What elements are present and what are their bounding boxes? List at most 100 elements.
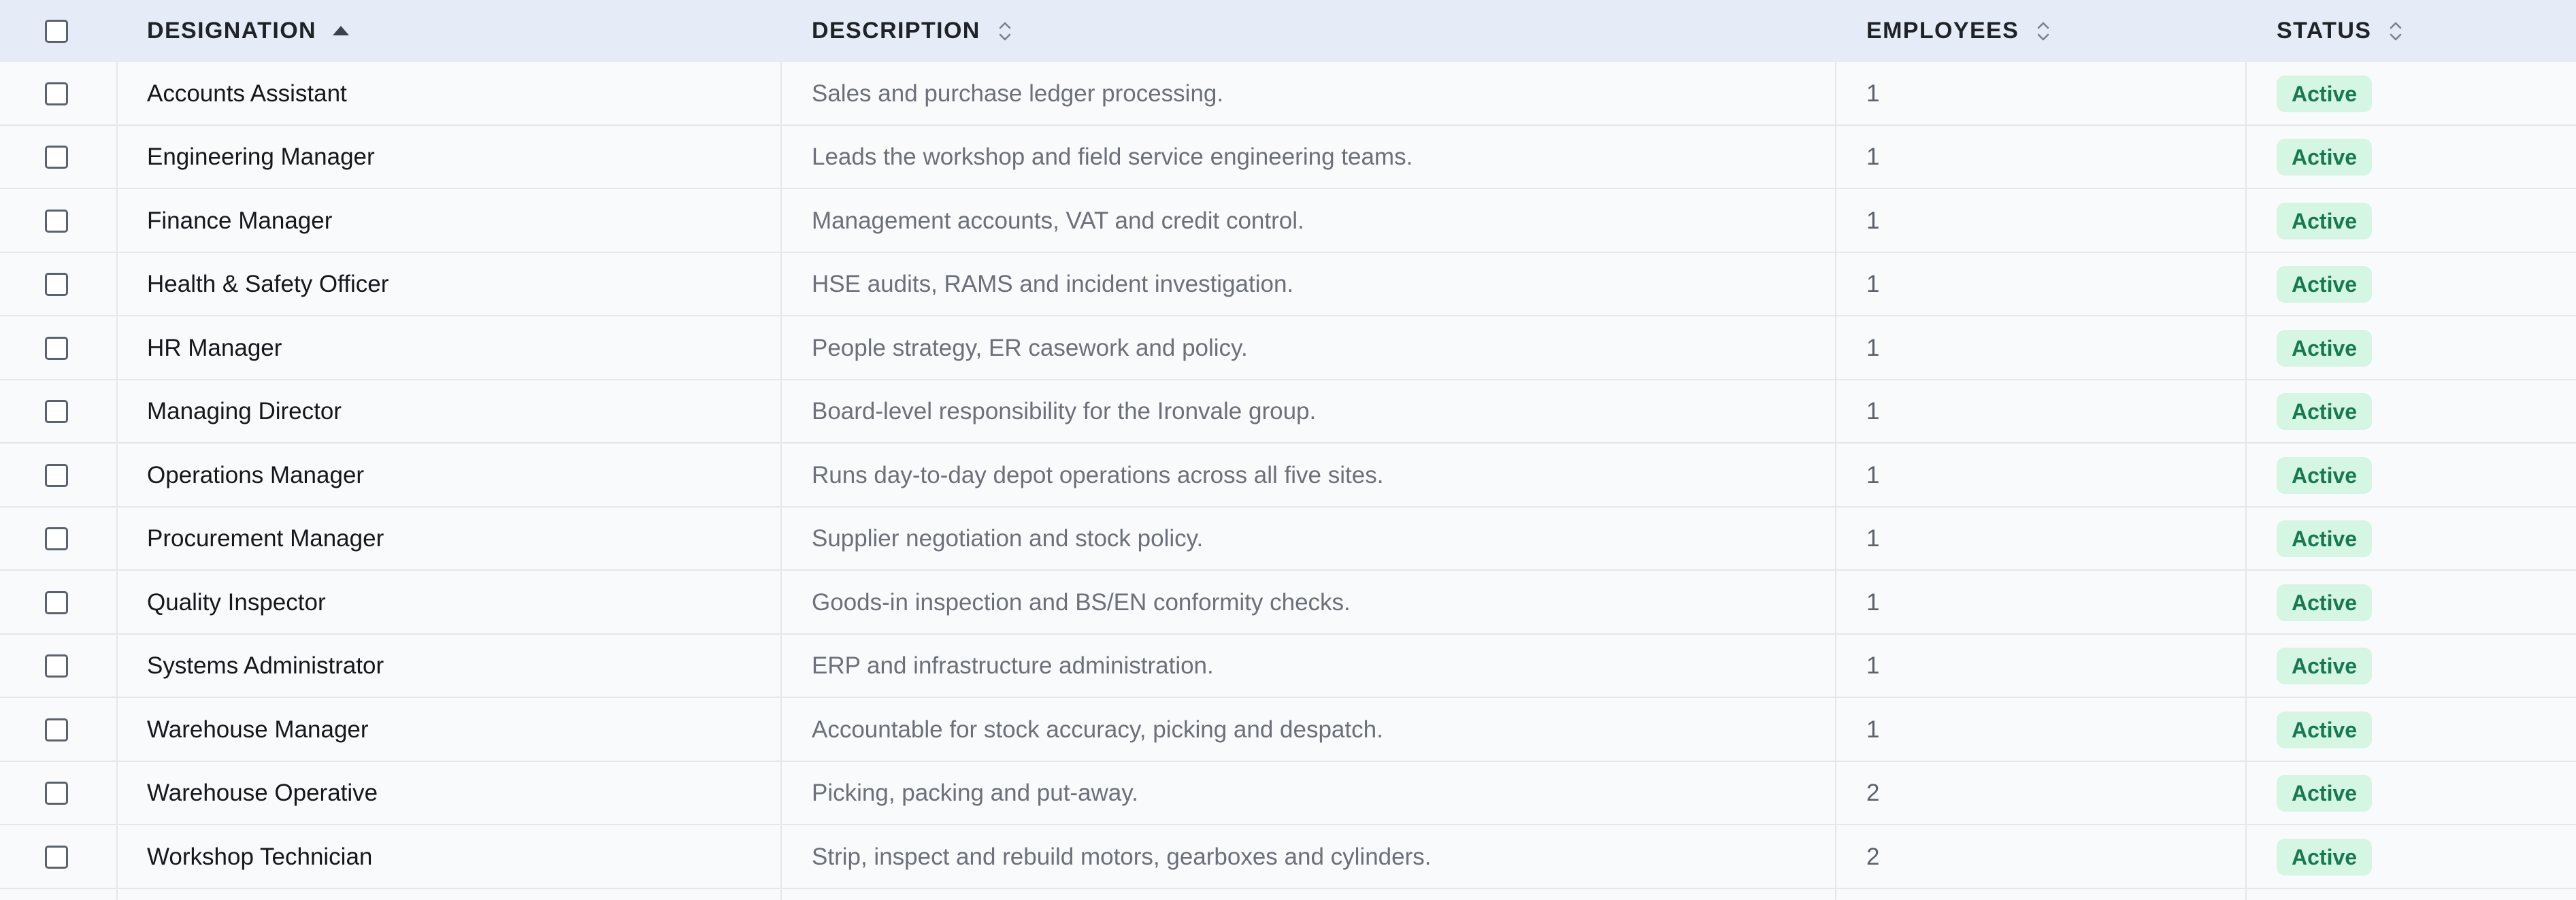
designation-cell[interactable]: Warehouse Operative: [147, 762, 378, 825]
employees-cell: 1: [1866, 80, 1880, 107]
status-cell: Active: [2277, 444, 2373, 507]
table-row[interactable]: HR Manager People strategy, ER casework …: [0, 316, 2576, 380]
row-select-cell: [45, 189, 68, 252]
employees-cell: 1: [1866, 525, 1880, 552]
table-row[interactable]: Warehouse Operative Picking, packing and…: [0, 761, 2576, 825]
description-cell: ERP and infrastructure administration.: [812, 652, 1214, 679]
table-header: DESIGNATION DESCRIPTION EMPLOYEES STATUS: [0, 0, 2576, 62]
designation-cell[interactable]: Systems Administrator: [147, 635, 384, 698]
description-cell: Picking, packing and put-away.: [812, 780, 1138, 806]
status-badge: Active: [2277, 711, 2373, 748]
row-select-cell: [45, 571, 68, 634]
row-select-cell: [45, 762, 68, 825]
row-checkbox[interactable]: [45, 845, 68, 869]
row-select-cell: [45, 316, 68, 380]
table-row[interactable]: Systems Administrator ERP and infrastruc…: [0, 634, 2576, 698]
table-row[interactable]: Procurement Manager Supplier negotiation…: [0, 507, 2576, 571]
status-cell: Active: [2277, 62, 2373, 125]
designation-cell[interactable]: Operations Manager: [147, 444, 364, 507]
table-row[interactable]: Managing Director Board-level responsibi…: [0, 380, 2576, 444]
employees-cell: 1: [1866, 144, 1880, 170]
header-status-label: STATUS: [2277, 18, 2372, 44]
employees-cell: 1: [1866, 207, 1880, 234]
employees-cell: 1: [1866, 461, 1880, 488]
designation-cell[interactable]: Warehouse Manager: [147, 698, 369, 761]
employees-cell: 1: [1866, 652, 1880, 679]
select-all-checkbox[interactable]: [45, 19, 68, 43]
designation-cell[interactable]: Quality Inspector: [147, 571, 326, 634]
row-checkbox[interactable]: [45, 463, 68, 487]
designation-cell[interactable]: Managing Director: [147, 380, 342, 444]
description-cell: Sales and purchase ledger processing.: [812, 80, 1224, 107]
designation-cell[interactable]: HR Manager: [147, 316, 282, 380]
row-select-cell: [45, 507, 68, 571]
table-row[interactable]: Health & Safety Officer HSE audits, RAMS…: [0, 252, 2576, 316]
employees-cell: 1: [1866, 334, 1880, 361]
table-row[interactable]: Finance Manager Management accounts, VAT…: [0, 189, 2576, 253]
status-cell: Active: [2277, 698, 2373, 761]
designation-cell[interactable]: Workshop Technician: [147, 825, 372, 888]
designation-cell[interactable]: Accounts Assistant: [147, 62, 347, 125]
table-row[interactable]: Accounts Assistant Sales and purchase le…: [0, 62, 2576, 126]
status-cell: Active: [2277, 571, 2373, 634]
designation-cell[interactable]: Finance Manager: [147, 189, 332, 252]
row-checkbox[interactable]: [45, 654, 68, 678]
row-select-cell: [45, 698, 68, 761]
row-checkbox[interactable]: [45, 527, 68, 550]
row-select-cell: [45, 126, 68, 189]
table-row[interactable]: Workshop Technician Strip, inspect and r…: [0, 825, 2576, 889]
column-divider: [116, 62, 118, 900]
table-row[interactable]: Engineering Manager Leads the workshop a…: [0, 125, 2576, 189]
table-row[interactable]: Quality Inspector Goods-in inspection an…: [0, 571, 2576, 635]
row-checkbox[interactable]: [45, 590, 68, 614]
header-designation[interactable]: DESIGNATION: [147, 0, 350, 62]
row-checkbox[interactable]: [45, 718, 68, 741]
sort-unsorted-icon[interactable]: [2386, 19, 2405, 44]
sort-ascending-icon[interactable]: [331, 19, 350, 44]
row-checkbox[interactable]: [45, 400, 68, 423]
status-badge: Active: [2277, 456, 2373, 494]
description-cell: Accountable for stock accuracy, picking …: [812, 716, 1383, 743]
table-row[interactable]: Operations Manager Runs day-to-day depot…: [0, 444, 2576, 507]
header-select-all-cell: [45, 0, 68, 62]
row-checkbox[interactable]: [45, 146, 68, 169]
status-badge: Active: [2277, 329, 2373, 367]
description-cell: Goods-in inspection and BS/EN conformity…: [812, 588, 1351, 616]
sort-unsorted-icon[interactable]: [2034, 19, 2053, 44]
header-employees[interactable]: EMPLOYEES: [1866, 0, 2053, 62]
row-select-cell: [45, 62, 68, 125]
table-row[interactable]: Warehouse Manager Accountable for stock …: [0, 698, 2576, 762]
status-badge: Active: [2277, 75, 2373, 112]
employees-cell: 1: [1866, 716, 1880, 743]
description-cell: Management accounts, VAT and credit cont…: [812, 207, 1304, 234]
status-cell: Active: [2277, 380, 2373, 444]
designation-cell[interactable]: Engineering Manager: [147, 126, 375, 189]
row-checkbox[interactable]: [45, 782, 68, 805]
row-select-cell: [45, 380, 68, 444]
status-badge: Active: [2277, 139, 2373, 176]
column-divider: [2245, 62, 2247, 900]
description-cell: Supplier negotiation and stock policy.: [812, 525, 1204, 552]
designations-table: DESIGNATION DESCRIPTION EMPLOYEES STATUS: [0, 0, 2576, 900]
sort-unsorted-icon[interactable]: [995, 19, 1014, 44]
row-checkbox[interactable]: [45, 209, 68, 233]
employees-cell: 2: [1866, 843, 1880, 870]
status-cell: Active: [2277, 825, 2373, 888]
status-cell: Active: [2277, 507, 2373, 571]
status-cell: Active: [2277, 189, 2373, 252]
row-select-cell: [45, 253, 68, 316]
header-description[interactable]: DESCRIPTION: [812, 0, 1014, 62]
status-badge: Active: [2277, 393, 2373, 430]
header-status[interactable]: STATUS: [2277, 0, 2405, 62]
designation-cell[interactable]: Health & Safety Officer: [147, 253, 389, 316]
row-checkbox[interactable]: [45, 273, 68, 296]
employees-cell: 1: [1866, 271, 1880, 297]
status-badge: Active: [2277, 584, 2373, 621]
row-checkbox[interactable]: [45, 336, 68, 360]
status-badge: Active: [2277, 202, 2373, 239]
row-select-cell: [45, 444, 68, 507]
column-divider: [1835, 62, 1836, 900]
row-checkbox[interactable]: [45, 82, 68, 105]
designation-cell[interactable]: Procurement Manager: [147, 507, 384, 571]
status-cell: Active: [2277, 316, 2373, 380]
